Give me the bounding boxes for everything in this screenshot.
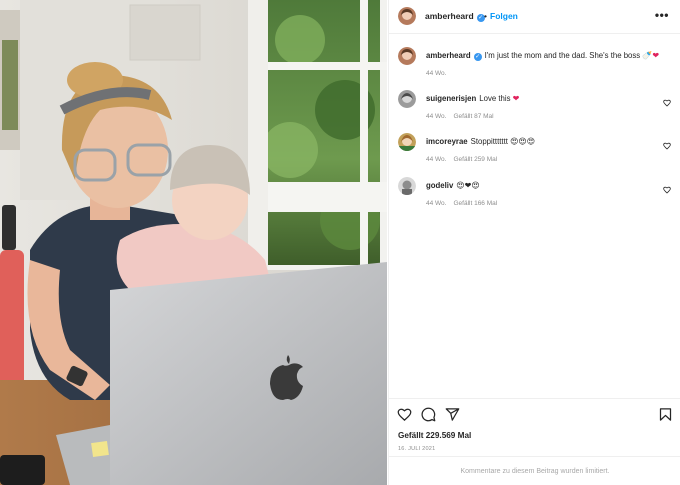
comment-time[interactable]: 44 Wo.	[426, 113, 446, 120]
comment-body: Stoppittttttt	[470, 137, 508, 146]
caption-text: amberheard ✓ I'm just the mom and the dad.…	[426, 51, 659, 61]
more-options-icon[interactable]: •••	[655, 9, 669, 21]
comment-likes[interactable]: Gefällt 166 Mal	[453, 200, 497, 207]
follow-button[interactable]: Folgen	[490, 11, 518, 21]
share-icon[interactable]	[445, 407, 460, 422]
comment-text: suigenerisjen Love this ❤	[426, 94, 519, 103]
verified-icon: ✓	[473, 53, 482, 61]
comment-body: Love this	[479, 94, 511, 103]
caption-username[interactable]: amberheard	[426, 51, 471, 60]
comment-username[interactable]: imcoreyrae	[426, 137, 468, 146]
avatar[interactable]	[398, 133, 416, 151]
avatar[interactable]	[398, 177, 416, 195]
comment-heart-icon[interactable]	[663, 142, 671, 150]
heart-icon[interactable]	[397, 407, 412, 422]
caption-body: I'm just the mom and the dad. She's the …	[484, 51, 641, 60]
comment-username[interactable]: godeliv	[426, 181, 453, 190]
avatar[interactable]	[398, 7, 416, 25]
comment-username[interactable]: suigenerisjen	[426, 94, 476, 103]
caption-time[interactable]: 44 Wo.	[426, 70, 446, 77]
post-side-panel: amberheard ✓ • Folgen ••• amberheard ✓ I'm …	[388, 0, 680, 485]
comment-heart-icon[interactable]	[663, 186, 671, 194]
comment-icon[interactable]	[421, 407, 436, 422]
likes-count[interactable]: Gefällt 229.569 Mal	[398, 431, 471, 440]
comment-text: godeliv 😍❤😍	[426, 181, 480, 190]
bookmark-icon[interactable]	[658, 407, 673, 422]
post-photo[interactable]	[0, 0, 387, 485]
comment-time[interactable]: 44 Wo.	[426, 200, 446, 207]
action-bar	[389, 398, 680, 428]
separator-dot: •	[484, 11, 487, 21]
comment-time[interactable]: 44 Wo.	[426, 156, 446, 163]
avatar[interactable]	[398, 90, 416, 108]
comment-emoji: 😍❤😍	[456, 181, 480, 190]
post-header: amberheard ✓ • Folgen •••	[389, 0, 680, 34]
caption-emoji: 🍼❤	[642, 51, 660, 60]
comment-emoji: 😍😍😍	[510, 137, 536, 146]
comment-meta: 44 Wo. Gefällt 166 Mal	[426, 200, 504, 207]
comment-meta: 44 Wo. Gefällt 259 Mal	[426, 156, 504, 163]
comments-limited-notice: Kommentare zu diesem Beitrag wurden limi…	[389, 456, 680, 485]
comment-heart-icon[interactable]	[663, 99, 671, 107]
header-username[interactable]: amberheard ✓	[425, 11, 485, 22]
comment-meta: 44 Wo. Gefällt 87 Mal	[426, 113, 501, 120]
caption-meta: 44 Wo.	[426, 70, 453, 77]
comment-likes[interactable]: Gefällt 87 Mal	[453, 113, 493, 120]
post-photo-image	[0, 0, 387, 485]
comment-likes[interactable]: Gefällt 259 Mal	[453, 156, 497, 163]
avatar[interactable]	[398, 47, 416, 65]
post-date[interactable]: 16. JULI 2021	[398, 446, 435, 452]
comment-emoji: ❤	[512, 94, 520, 103]
comment-text: imcoreyrae Stoppittttttt 😍😍😍	[426, 137, 535, 146]
